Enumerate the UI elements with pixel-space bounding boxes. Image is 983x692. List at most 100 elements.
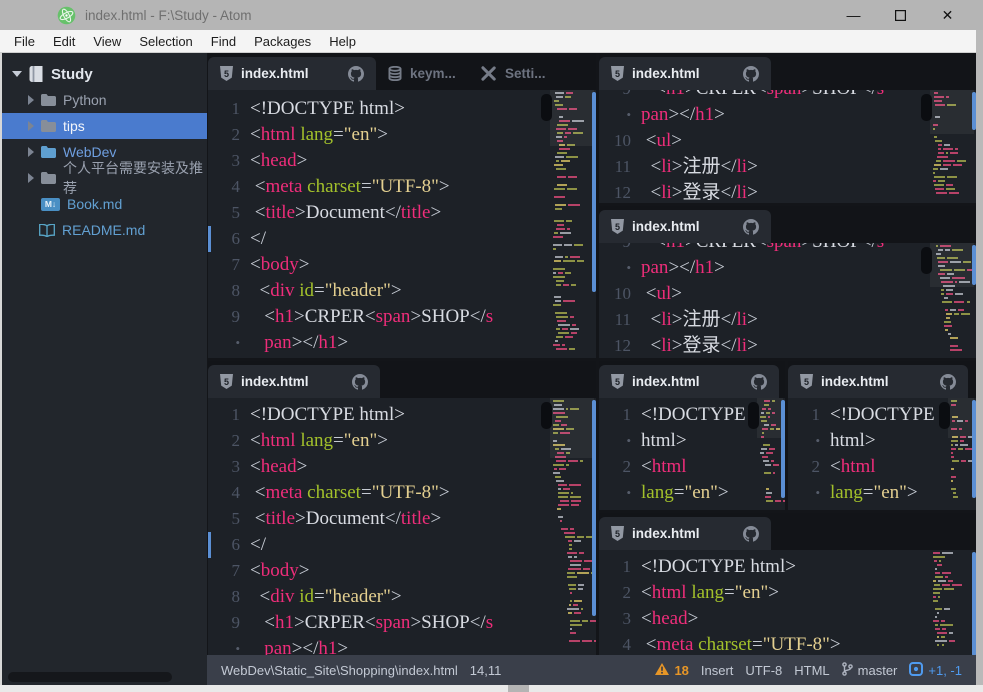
minimap-handle[interactable] (541, 402, 552, 429)
menu-item-find[interactable]: Find (202, 34, 245, 49)
line-number: 9 (208, 610, 250, 636)
code-line: 1<!DOCTYPE html> (208, 96, 596, 122)
maximize-button[interactable] (877, 0, 924, 30)
tab-label: index.html (632, 66, 700, 81)
status-mode[interactable]: Insert (701, 663, 734, 678)
tree-horizontal-scrollbar[interactable] (8, 672, 172, 682)
minimap[interactable] (933, 90, 971, 201)
menu-item-packages[interactable]: Packages (245, 34, 320, 49)
wrap-bullet: • (599, 480, 641, 506)
pane-top-left: 5index.htmlkeym...Setti...1<!DOCTYPE htm… (208, 53, 596, 358)
code-editor[interactable]: 1<!DOCTYPE html>2<html lang="en">3<head>… (208, 90, 596, 358)
tree-item-book.md[interactable]: M↓Book.md (0, 191, 207, 217)
tab-index.html[interactable]: 5index.html (208, 57, 376, 90)
tab-index.html[interactable]: 5index.html (599, 210, 771, 243)
wrap-bullet: • (788, 428, 830, 454)
minimap-visible-region[interactable] (550, 398, 594, 458)
status-cursor-position[interactable]: 14,11 (470, 663, 502, 678)
line-number: 12 (599, 180, 641, 203)
tree-item-readme.md[interactable]: README.md (0, 217, 207, 243)
code-editor[interactable]: 1<!DOCTYPE html>2<html lang="en">3<head>… (599, 550, 976, 655)
code-text: <!DOCTYPE html> (250, 402, 405, 428)
chevron-down-icon (12, 71, 22, 77)
tab-index.html[interactable]: 5index.html (599, 365, 779, 398)
code-line: 8 <div id="header"> (208, 584, 596, 610)
code-editor[interactable]: 9 <h1>CRPER<span>SHOP</s•pan></h1>10 <ul… (599, 90, 976, 203)
code-text: <!DOCTYPE (641, 402, 746, 428)
window-bottom-edge (0, 685, 983, 692)
status-git-branch[interactable]: master (842, 662, 898, 679)
tree-view: StudyPythontipsWebDev个人平台需要安装及推荐M↓Book.m… (0, 53, 207, 685)
tree-item--[interactable]: 个人平台需要安装及推荐 (0, 165, 207, 191)
status-grammar[interactable]: HTML (794, 663, 829, 678)
line-number: 12 (599, 333, 641, 358)
minimap-visible-region[interactable] (948, 398, 974, 438)
vertical-scrollbar[interactable] (592, 92, 596, 292)
minimize-button[interactable]: — (830, 0, 877, 30)
git-modified-line-marker (208, 532, 211, 558)
tab-index.html[interactable]: 5index.html (208, 365, 380, 398)
code-line: 2<html (599, 454, 785, 480)
code-line: 9 <h1>CRPER<span>SHOP</s (208, 304, 596, 330)
wrap-bullet: • (599, 428, 641, 454)
status-bar: WebDev\Static_Site\Shopping\index.html 1… (207, 655, 976, 685)
menu-item-file[interactable]: File (5, 34, 44, 49)
minimap[interactable] (933, 243, 971, 356)
minimap-handle[interactable] (748, 402, 759, 429)
tree-root-study[interactable]: Study (0, 61, 207, 87)
minimap-handle[interactable] (921, 247, 932, 274)
tree-item-label: Python (63, 92, 107, 108)
minimap[interactable] (553, 90, 591, 356)
minimap-visible-region[interactable] (930, 243, 974, 287)
close-button[interactable]: ✕ (924, 0, 971, 30)
tab-index.html[interactable]: 5index.html (599, 57, 771, 90)
folder-icon (41, 120, 56, 132)
minimap-handle[interactable] (921, 94, 932, 121)
tree-item-python[interactable]: Python (0, 87, 207, 113)
folder-icon (41, 146, 56, 158)
git-modified-line-marker (208, 226, 211, 252)
tree-item-tips[interactable]: tips (0, 113, 207, 139)
tab-setti...[interactable]: Setti... (468, 57, 564, 90)
status-git-diff[interactable]: +1, -1 (909, 662, 962, 679)
tab-bar: 5index.html (599, 53, 976, 90)
status-warnings[interactable]: 18 (655, 663, 688, 678)
menu-item-selection[interactable]: Selection (130, 34, 201, 49)
wrap-bullet: • (208, 330, 250, 356)
minimap-visible-region[interactable] (930, 90, 974, 134)
tab-keym...[interactable]: keym... (376, 57, 468, 90)
menu-item-view[interactable]: View (84, 34, 130, 49)
code-text: pan></h1> (250, 330, 348, 356)
minimap-handle[interactable] (541, 94, 552, 121)
code-line: 3<head> (208, 454, 596, 480)
menu-item-help[interactable]: Help (320, 34, 365, 49)
status-file-path: WebDev\Static_Site\Shopping\index.html (221, 663, 458, 678)
tab-index.html[interactable]: 5index.html (599, 517, 771, 550)
line-number: 8 (208, 584, 250, 610)
vertical-scrollbar[interactable] (781, 400, 785, 498)
minimap[interactable] (553, 398, 591, 653)
pane-bottom-right: 5index.html1<!DOCTYPE html>2<html lang="… (599, 513, 976, 655)
tab-index.html[interactable]: 5index.html (788, 365, 968, 398)
minimap[interactable] (933, 550, 971, 653)
minimap-handle[interactable] (939, 402, 950, 429)
octocat-icon (751, 374, 767, 390)
code-text: lang="en"> (641, 480, 729, 506)
code-editor[interactable]: 1<!DOCTYPE html>2<html lang="en">3<head>… (208, 398, 596, 655)
code-text: <html lang="en"> (250, 122, 388, 148)
minimap-visible-region[interactable] (757, 398, 783, 438)
menu-item-edit[interactable]: Edit (44, 34, 84, 49)
html5-icon: 5 (220, 66, 233, 81)
pane-bottom-mid-a: 5index.html1<!DOCTYPE•html>2<html•lang="… (599, 361, 785, 510)
line-number: 8 (208, 278, 250, 304)
vertical-scrollbar[interactable] (592, 400, 596, 616)
line-number: 9 (208, 304, 250, 330)
code-text: </ (250, 532, 266, 558)
minimap[interactable] (760, 398, 780, 508)
markdown-icon: M↓ (41, 198, 60, 211)
minimap-visible-region[interactable] (550, 90, 594, 146)
status-encoding[interactable]: UTF-8 (745, 663, 782, 678)
code-editor[interactable]: 9 <h1>CRPER<span>SHOP</s•pan></h1>10 <ul… (599, 243, 976, 358)
line-number: 3 (599, 606, 641, 632)
minimap[interactable] (951, 398, 971, 508)
